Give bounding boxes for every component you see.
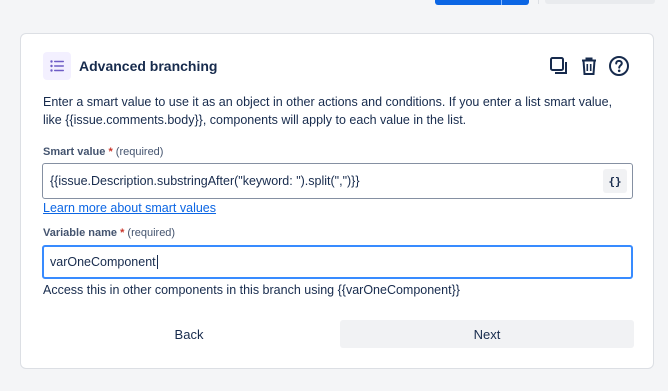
top-primary-button[interactable]	[435, 0, 529, 5]
smart-value-label-text: Smart value	[43, 146, 106, 158]
variable-name-text[interactable]: varOneComponent	[44, 255, 156, 269]
variable-name-input[interactable]: varOneComponent	[42, 245, 633, 279]
card-header: Advanced branching	[43, 52, 631, 80]
next-button[interactable]: Next	[340, 320, 634, 348]
trash-icon[interactable]	[577, 54, 601, 78]
learn-more-link[interactable]: Learn more about smart values	[43, 201, 216, 215]
smart-value-text[interactable]: {{issue.Description.substringAfter("keyw…	[43, 174, 603, 188]
required-mark: *	[108, 146, 113, 158]
list-icon	[43, 52, 71, 80]
header-tools	[547, 54, 631, 78]
top-secondary-button[interactable]	[545, 0, 655, 4]
back-button[interactable]: Back	[43, 320, 335, 348]
card-title: Advanced branching	[79, 58, 218, 74]
variable-name-label-text: Variable name	[43, 227, 117, 239]
variable-name-label: Variable name * (required)	[43, 227, 175, 239]
smart-value-input[interactable]: {{issue.Description.substringAfter("keyw…	[42, 163, 633, 199]
text-caret	[156, 255, 158, 269]
help-icon[interactable]	[607, 54, 631, 78]
smart-value-picker-button[interactable]: {}	[603, 169, 627, 193]
variable-name-helper: Access this in other components in this …	[43, 283, 460, 297]
required-mark: *	[120, 227, 125, 239]
required-hint: (required)	[127, 227, 176, 239]
card-description: Enter a smart value to use it as an obje…	[43, 95, 613, 127]
split-divider	[501, 0, 502, 5]
smart-value-label: Smart value * (required)	[43, 146, 163, 158]
duplicate-icon[interactable]	[547, 54, 571, 78]
advanced-branching-card: Advanced branching Enter a smart value t…	[20, 33, 654, 369]
toolbar-divider	[538, 0, 539, 4]
required-hint: (required)	[115, 146, 164, 158]
